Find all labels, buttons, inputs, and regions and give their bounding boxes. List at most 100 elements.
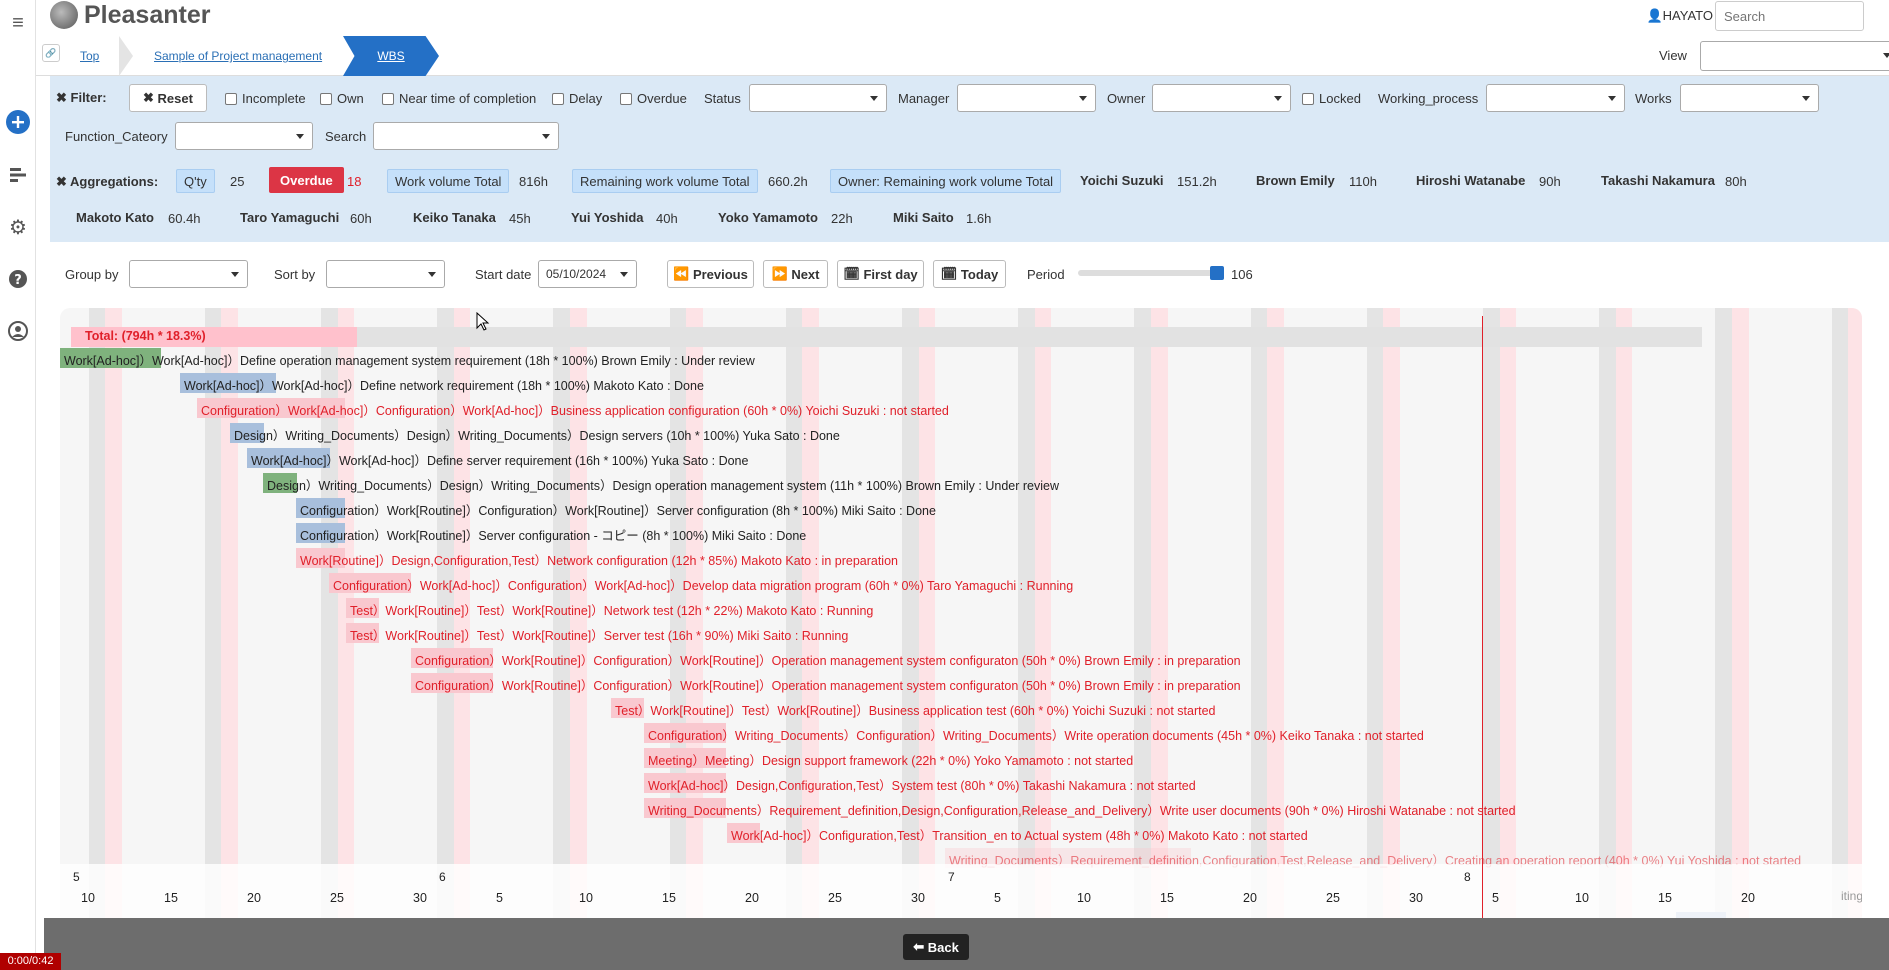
next-button[interactable]: ⏩ Next xyxy=(763,260,828,288)
next-label: Next xyxy=(791,266,820,282)
manager-select[interactable] xyxy=(957,84,1096,112)
task-row[interactable]: Test）Work[Routine]）Test）Work[Routine]）Ne… xyxy=(60,598,1862,618)
hamburger-menu-icon[interactable]: ≡ xyxy=(5,10,31,36)
back-button[interactable]: ⬅ Back xyxy=(903,934,969,960)
task-row[interactable]: Work[Ad-hoc]）Configuration,Test）Transiti… xyxy=(60,823,1862,843)
view-label: View xyxy=(1659,48,1687,63)
filter-search-input[interactable] xyxy=(373,122,559,150)
total-row[interactable]: Total: (794h * 18.3%) xyxy=(71,327,1702,347)
status-select[interactable] xyxy=(749,84,887,112)
sort-by-select[interactable] xyxy=(326,260,445,288)
task-row[interactable]: Design）Writing_Documents）Design）Writing_… xyxy=(60,473,1862,493)
task-label: Work[Ad-hoc]）Work[Ad-hoc]）Define operati… xyxy=(64,354,755,368)
gantt-view-icon[interactable] xyxy=(5,162,31,188)
owner-name: Takashi Nakamura xyxy=(1601,173,1715,188)
today-line xyxy=(1482,316,1483,928)
owner-remaining-chip: Owner: Remaining work volume Total xyxy=(830,169,1062,193)
task-row[interactable]: Configuration）Work[Routine]）Configuratio… xyxy=(60,648,1862,668)
task-row[interactable]: Configuration）Work[Routine]）Configuratio… xyxy=(60,673,1862,693)
day-label: 30 xyxy=(911,891,925,905)
calendar-icon: 🗓 xyxy=(940,266,958,281)
filter-title[interactable]: ✖ Filter: xyxy=(56,90,107,106)
task-label: Test）Work[Routine]）Test）Work[Routine]）Se… xyxy=(350,629,849,643)
today-button[interactable]: 🗓 Today xyxy=(933,260,1006,288)
overdue-value: 18 xyxy=(347,174,362,189)
video-timer: 0:00/0:42 xyxy=(0,953,61,970)
task-label: Work[Ad-hoc]）Work[Ad-hoc]）Define network… xyxy=(184,379,704,393)
gantt-chart: Total: (794h * 18.3%) Work[Ad-hoc]）Work[… xyxy=(60,308,1862,924)
previous-button[interactable]: ⏪ Previous xyxy=(667,260,754,288)
breadcrumb-separator xyxy=(119,36,133,76)
header-search-input[interactable] xyxy=(1715,1,1864,31)
function-category-select[interactable] xyxy=(175,122,313,150)
task-row[interactable]: Configuration）Work[Ad-hoc]）Configuration… xyxy=(60,573,1862,593)
task-row[interactable]: Test）Work[Routine]）Test）Work[Routine]）Se… xyxy=(60,623,1862,643)
own-checkbox[interactable]: Own xyxy=(320,91,364,106)
task-row[interactable]: Meeting）Meeting）Design support framework… xyxy=(60,748,1862,768)
working-process-select[interactable] xyxy=(1486,84,1625,112)
near-completion-checkbox[interactable]: Near time of completion xyxy=(382,91,536,106)
day-label: 15 xyxy=(662,891,676,905)
user-name: HAYATO xyxy=(1662,8,1713,23)
reset-label: Reset xyxy=(157,90,193,106)
works-select[interactable] xyxy=(1680,84,1819,112)
task-row[interactable]: Test）Work[Routine]）Test）Work[Routine]）Bu… xyxy=(60,698,1862,718)
working-process-label: Working_process xyxy=(1378,91,1479,106)
task-row[interactable]: Design）Writing_Documents）Design）Writing_… xyxy=(60,423,1862,443)
qty-chip: Q'ty xyxy=(176,169,215,193)
task-row[interactable]: Work[Ad-hoc]）Work[Ad-hoc]）Define server … xyxy=(60,448,1862,468)
breadcrumb-top[interactable]: Top xyxy=(80,49,99,63)
task-label: Configuration）Work[Ad-hoc]）Configuration… xyxy=(201,404,949,418)
group-by-select[interactable] xyxy=(129,260,248,288)
owner-hours: 60h xyxy=(350,211,372,226)
gear-icon[interactable]: ⚙ xyxy=(5,214,31,240)
link-icon[interactable]: 🔗 xyxy=(42,44,60,62)
day-label: 5 xyxy=(496,891,503,905)
remaining-volume-value: 660.2h xyxy=(768,174,808,189)
reset-button[interactable]: ✖ Reset xyxy=(129,84,207,112)
task-row[interactable]: Work[Ad-hoc]）Work[Ad-hoc]）Define network… xyxy=(60,373,1862,393)
new-item-icon[interactable] xyxy=(5,109,31,135)
user-menu[interactable]: 👤HAYATO xyxy=(1646,8,1713,24)
task-row[interactable]: Configuration）Writing_Documents）Configur… xyxy=(60,723,1862,743)
day-label: 20 xyxy=(1243,891,1257,905)
gantt-controls: Group by Sort by Start date 05/10/2024 ⏪… xyxy=(50,242,1889,302)
incomplete-checkbox[interactable]: Incomplete xyxy=(225,91,306,106)
breadcrumb-project[interactable]: Sample of Project management xyxy=(154,49,322,63)
delay-checkbox[interactable]: Delay xyxy=(552,91,602,106)
locked-checkbox[interactable]: Locked xyxy=(1302,91,1361,106)
period-slider-track[interactable] xyxy=(1078,270,1222,276)
task-row[interactable]: Configuration）Work[Ad-hoc]）Configuration… xyxy=(60,398,1862,418)
first-day-button[interactable]: 🗓 First day xyxy=(837,260,924,288)
task-label: Configuration）Work[Routine]）Configuratio… xyxy=(415,654,1241,668)
task-row[interactable]: Work[Ad-hoc]）Design,Configuration,Test）S… xyxy=(60,773,1862,793)
breadcrumb: 🔗 Top Sample of Project management WBS V… xyxy=(36,36,1889,76)
period-slider-handle[interactable] xyxy=(1210,266,1224,280)
start-date-input[interactable]: 05/10/2024 xyxy=(538,260,637,288)
work-volume-value: 816h xyxy=(519,174,548,189)
overdue-chip: Overdue xyxy=(269,167,344,193)
task-row[interactable]: Work[Ad-hoc]）Work[Ad-hoc]）Define operati… xyxy=(60,348,1862,368)
task-row[interactable]: Writing_Documents）Requirement_definition… xyxy=(60,798,1862,818)
task-row[interactable]: Configuration）Work[Routine]）Configuratio… xyxy=(60,498,1862,518)
day-label: 10 xyxy=(81,891,95,905)
help-icon[interactable]: ? xyxy=(5,266,31,292)
locked-label: Locked xyxy=(1319,91,1361,106)
svg-text:?: ? xyxy=(14,273,22,288)
user-account-icon[interactable] xyxy=(5,318,31,344)
overdue-checkbox[interactable]: Overdue xyxy=(620,91,687,106)
owner-name: Yui Yoshida xyxy=(571,210,644,225)
breadcrumb-wbs[interactable]: WBS xyxy=(343,36,439,76)
task-label: Configuration）Work[Routine]）Configuratio… xyxy=(415,679,1241,693)
month-label: 7 xyxy=(948,870,955,884)
task-label: Work[Ad-hoc]）Design,Configuration,Test）S… xyxy=(648,779,1196,793)
task-row[interactable]: Work[Routine]）Design,Configuration,Test）… xyxy=(60,548,1862,568)
app-logo[interactable]: Pleasanter xyxy=(50,0,210,30)
owner-select[interactable] xyxy=(1152,84,1291,112)
day-label: 25 xyxy=(828,891,842,905)
task-row[interactable]: Configuration）Work[Routine]）Server confi… xyxy=(60,523,1862,543)
view-select[interactable] xyxy=(1700,41,1889,71)
aggregations-title[interactable]: ✖ Aggregations: xyxy=(56,174,158,190)
day-label: 15 xyxy=(1160,891,1174,905)
owner-name: Taro Yamaguchi xyxy=(240,210,340,225)
